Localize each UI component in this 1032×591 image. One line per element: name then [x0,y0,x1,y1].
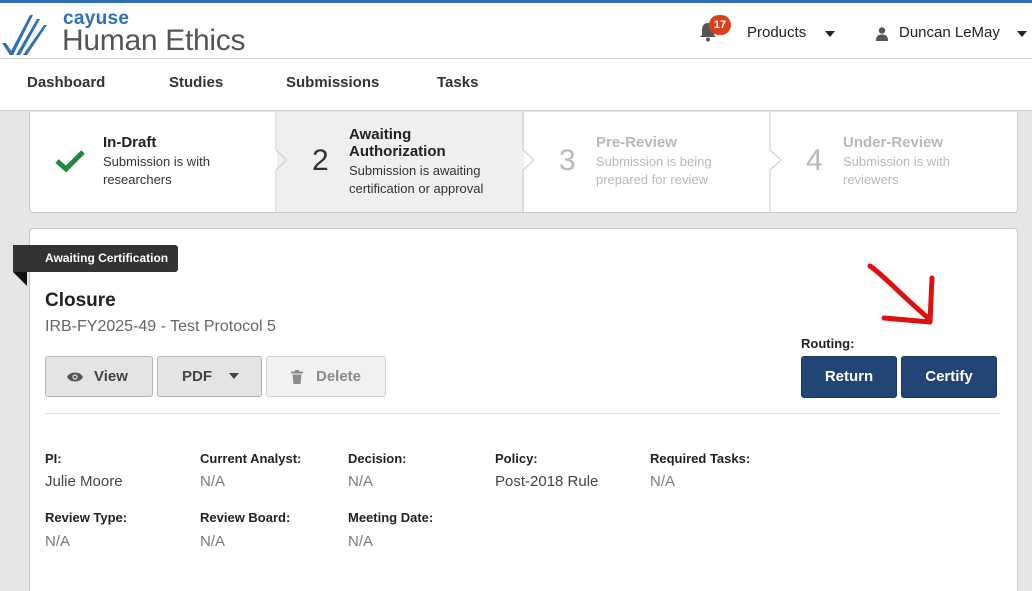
routing-label: Routing: [801,336,855,351]
step-number: 2 [312,144,329,177]
notification-badge[interactable]: 17 [709,15,731,35]
nav-dashboard[interactable]: Dashboard [27,74,105,91]
analyst-label: Current Analyst: [200,451,302,466]
chevron-down-icon [229,373,239,379]
nav-tasks[interactable]: Tasks [437,74,478,91]
step-in-draft: In-Draft Submission is with researchers [30,112,277,212]
checkmark-icon [55,150,85,172]
return-button[interactable]: Return [801,356,897,398]
review-type-label: Review Type: [45,510,128,525]
policy-label: Policy: [495,451,538,466]
step-title: In-Draft [103,134,157,151]
step-awaiting-authorization: 2 Awaiting Authorization Submission is a… [277,112,524,212]
protocol-subtitle: IRB-FY2025-49 - Test Protocol 5 [45,318,276,335]
nav-studies[interactable]: Studies [169,74,223,91]
required-tasks-label: Required Tasks: [650,451,751,466]
step-title: Under-Review [843,134,944,151]
view-button[interactable]: View [45,356,153,397]
policy-value: Post-2018 Rule [495,473,599,490]
brand-title: Human Ethics [62,24,246,57]
step-pre-review: 3 Pre-Review Submission is being prepare… [524,112,771,212]
step-desc: Submission is with [843,154,950,169]
annotation-arrow-icon [867,263,935,325]
card-divider [45,413,1000,414]
review-type-value: N/A [45,533,71,550]
step-title: Authorization [349,143,446,160]
delete-label: Delete [316,368,362,385]
step-desc: researchers [103,172,172,187]
pi-value: Julie Moore [45,473,123,490]
step-number: 3 [559,144,576,177]
step-title: Awaiting [349,126,412,143]
pdf-button[interactable]: PDF [157,356,262,397]
products-menu[interactable]: Products [747,24,806,41]
required-tasks-value: N/A [650,473,676,490]
step-desc: Submission is being [596,154,712,169]
analyst-value: N/A [200,473,226,490]
view-label: View [94,368,128,385]
step-desc: Submission is with [103,154,210,169]
meeting-date-label: Meeting Date: [348,510,434,525]
review-board-label: Review Board: [200,510,291,525]
step-title: Pre-Review [596,134,677,151]
step-desc: certification or approval [349,181,484,196]
trash-icon [291,370,303,384]
delete-button[interactable]: Delete [266,356,386,397]
submission-title: Closure [45,290,116,311]
pi-label: PI: [45,451,62,466]
pdf-label: PDF [182,368,212,385]
user-icon [876,27,888,41]
decision-value: N/A [348,473,374,490]
eye-icon [67,372,83,382]
status-badge: Awaiting Certification [13,245,179,272]
chevron-down-icon[interactable] [1017,31,1027,37]
main-nav: Dashboard Studies Submissions Tasks [0,59,1032,111]
user-menu[interactable]: Duncan LeMay [899,24,1000,41]
progress-stepper: In-Draft Submission is with researchers … [29,112,1018,213]
chevron-down-icon[interactable] [825,31,835,37]
step-desc: prepared for review [596,172,708,187]
step-under-review: 4 Under-Review Submission is with review… [771,112,1017,212]
meeting-date-value: N/A [348,533,374,550]
review-board-value: N/A [200,533,226,550]
decision-label: Decision: [348,451,407,466]
nav-submissions[interactable]: Submissions [286,74,379,91]
cayuse-logo-icon [2,15,47,55]
top-header: cayuse Human Ethics 17 Products Duncan L… [0,0,1032,59]
step-desc: reviewers [843,172,899,187]
step-number: 4 [806,144,823,177]
step-desc: Submission is awaiting [349,163,481,178]
certify-button[interactable]: Certify [901,356,997,398]
ribbon-fold [13,272,27,286]
